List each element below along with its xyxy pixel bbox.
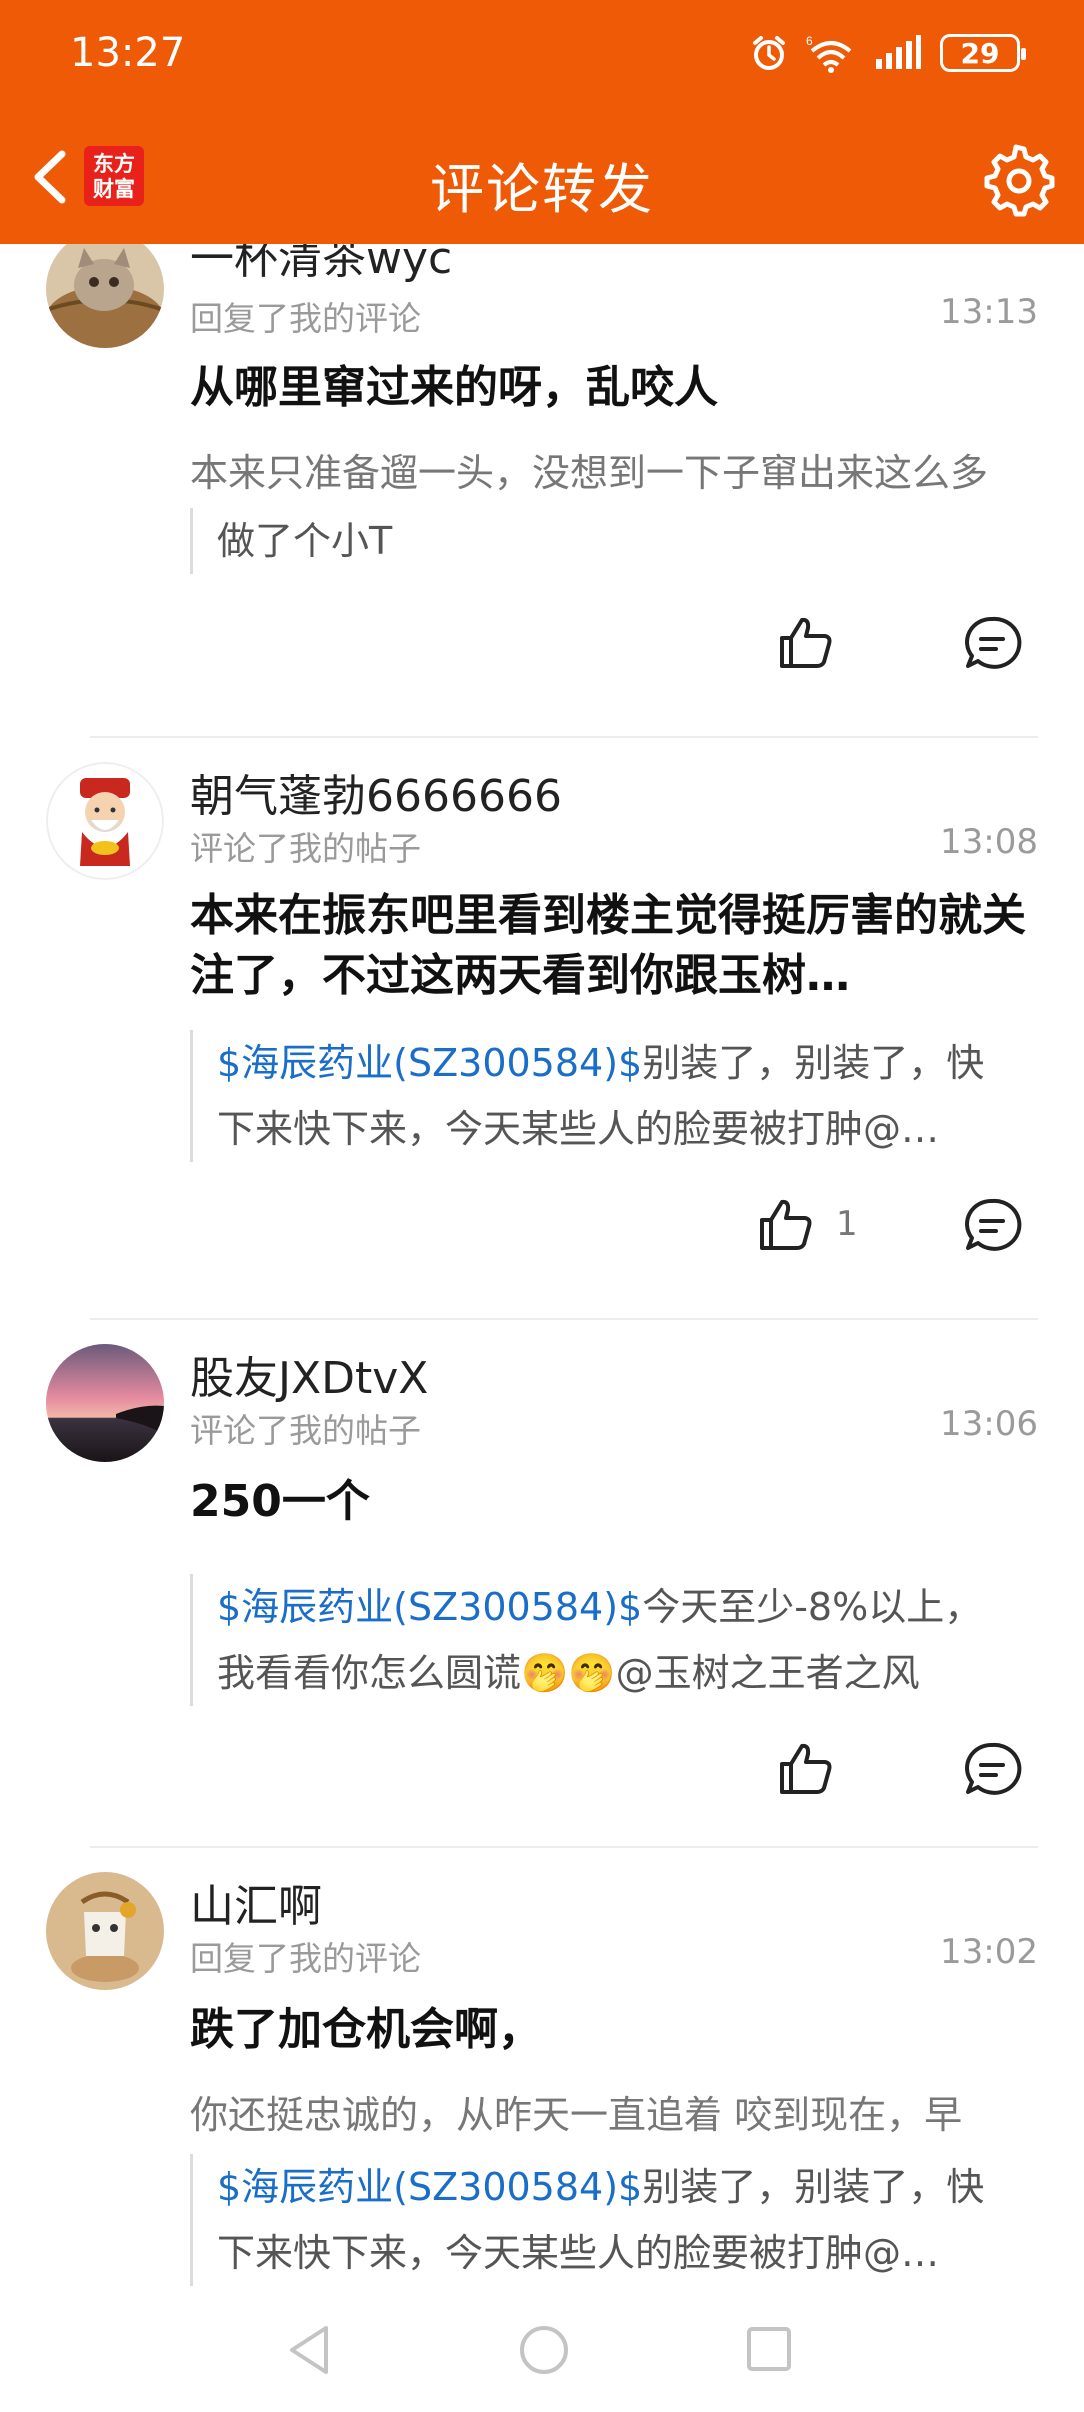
quoted-post[interactable]: $海辰药业(SZ300584)$别装了，别装了，快 下来快下来，今天某些人的脸要… (190, 2154, 1040, 2286)
wifi-icon: 6 (806, 34, 852, 73)
avatar[interactable] (46, 244, 164, 348)
timestamp: 13:02 (940, 1932, 1038, 1972)
comment-icon[interactable] (962, 614, 1022, 674)
timestamp: 13:06 (940, 1404, 1038, 1444)
divider (90, 736, 1038, 738)
timestamp: 13:13 (940, 292, 1038, 332)
signal-icon (876, 35, 921, 69)
username[interactable]: 股友JXDtvX (190, 1342, 428, 1406)
list-item[interactable]: 朝气蓬勃6666666 评论了我的帖子 13:08 本来在振东吧里看到楼主觉得挺… (0, 762, 1084, 1322)
avatar[interactable] (46, 1344, 164, 1462)
username[interactable]: 一杯清茶wyc (190, 244, 452, 286)
comment-content[interactable]: 250一个 (190, 1472, 1040, 1532)
comment-content[interactable]: 从哪里窜过来的呀，乱咬人 (190, 358, 1040, 418)
avatar[interactable] (46, 1872, 164, 1990)
notification-feed[interactable]: 一杯清茶wyc 回复了我的评论 13:13 从哪里窜过来的呀，乱咬人 本来只准备… (0, 244, 1084, 2294)
thumbs-up-icon (780, 1743, 832, 1794)
comment-icon[interactable] (962, 1740, 1022, 1800)
action-text: 评论了我的帖子 (190, 829, 421, 868)
system-nav-bar (0, 2294, 1084, 2412)
quoted-post[interactable]: $海辰药业(SZ300584)$别装了，别装了，快 下来快下来，今天某些人的脸要… (190, 1030, 1040, 1162)
username[interactable]: 山汇啊 (190, 1870, 322, 1934)
avatar[interactable] (46, 762, 164, 880)
nav-home-circle-icon[interactable] (516, 2322, 572, 2378)
alarm-icon (753, 36, 785, 70)
list-item[interactable]: 山汇啊 回复了我的评论 13:02 跌了加仓机会啊， 你还挺忠诚的，从昨天一直追… (0, 1872, 1084, 2294)
quote-text: 今天至少-8%以上， (642, 1585, 983, 1629)
app-header: 13:27 6 29 东方 财富 评论转发 (0, 0, 1084, 244)
quote-text: 别装了，别装了，快 (642, 1041, 985, 1085)
timestamp: 13:08 (940, 822, 1038, 862)
list-item[interactable]: 股友JXDtvX 评论了我的帖子 13:06 250一个 $海辰药业(SZ300… (0, 1344, 1084, 1874)
page-title: 评论转发 (430, 158, 654, 221)
stock-link[interactable]: $海辰药业(SZ300584)$ (217, 1041, 642, 1085)
status-time: 13:27 (70, 30, 186, 76)
quote-text: 别装了，别装了，快 (642, 2165, 985, 2209)
svg-text:6: 6 (806, 34, 813, 48)
settings-gear-icon[interactable] (982, 144, 1056, 218)
stock-link[interactable]: $海辰药业(SZ300584)$ (217, 2165, 642, 2209)
action-text: 回复了我的评论 (190, 1939, 421, 1978)
thumbs-up-icon (780, 617, 832, 668)
nav-recents-square-icon[interactable] (744, 2322, 794, 2378)
like-button[interactable]: 1 (758, 1196, 858, 1252)
stock-link[interactable]: $海辰药业(SZ300584)$ (217, 1585, 642, 1629)
action-text: 回复了我的评论 (190, 299, 421, 338)
list-item[interactable]: 一杯清茶wyc 回复了我的评论 13:13 从哪里窜过来的呀，乱咬人 本来只准备… (0, 244, 1084, 750)
reply-excerpt[interactable]: 本来只准备遛一头，没想到一下子窜出来这么多 (190, 442, 1040, 497)
comment-content[interactable]: 本来在振东吧里看到楼主觉得挺厉害的就关注了，不过这两天看到你跟玉树… (190, 886, 1040, 1006)
divider (90, 1846, 1038, 1848)
quote-text: 下来快下来，今天某些人的脸要被打肿@… (217, 1107, 940, 1151)
quote-text: 做了个小T (217, 519, 393, 563)
quote-text: 我看看你怎么圆谎🤭🤭@玉树之王者之风 (217, 1651, 920, 1695)
username[interactable]: 朝气蓬勃6666666 (190, 760, 562, 824)
divider (90, 1318, 1038, 1320)
comment-content[interactable]: 跌了加仓机会啊， (190, 2000, 1040, 2060)
reply-excerpt[interactable]: 你还挺忠诚的，从昨天一直追着 咬到现在，早 (190, 2084, 1040, 2139)
quoted-post[interactable]: $海辰药业(SZ300584)$今天至少-8%以上， 我看看你怎么圆谎🤭🤭@玉树… (190, 1574, 1040, 1706)
quote-text: 下来快下来，今天某些人的脸要被打肿@… (217, 2231, 940, 2275)
action-text: 评论了我的帖子 (190, 1411, 421, 1450)
like-button[interactable] (778, 1740, 834, 1796)
quoted-text[interactable]: 做了个小T (190, 508, 1040, 574)
comment-icon[interactable] (962, 1196, 1022, 1256)
like-count: 1 (836, 1204, 858, 1244)
like-button[interactable] (778, 614, 834, 670)
nav-back-triangle-icon[interactable] (284, 2322, 334, 2378)
thumbs-up-icon (760, 1199, 812, 1250)
status-icons: 6 29 (750, 30, 1026, 76)
battery-indicator: 29 (940, 34, 1026, 72)
